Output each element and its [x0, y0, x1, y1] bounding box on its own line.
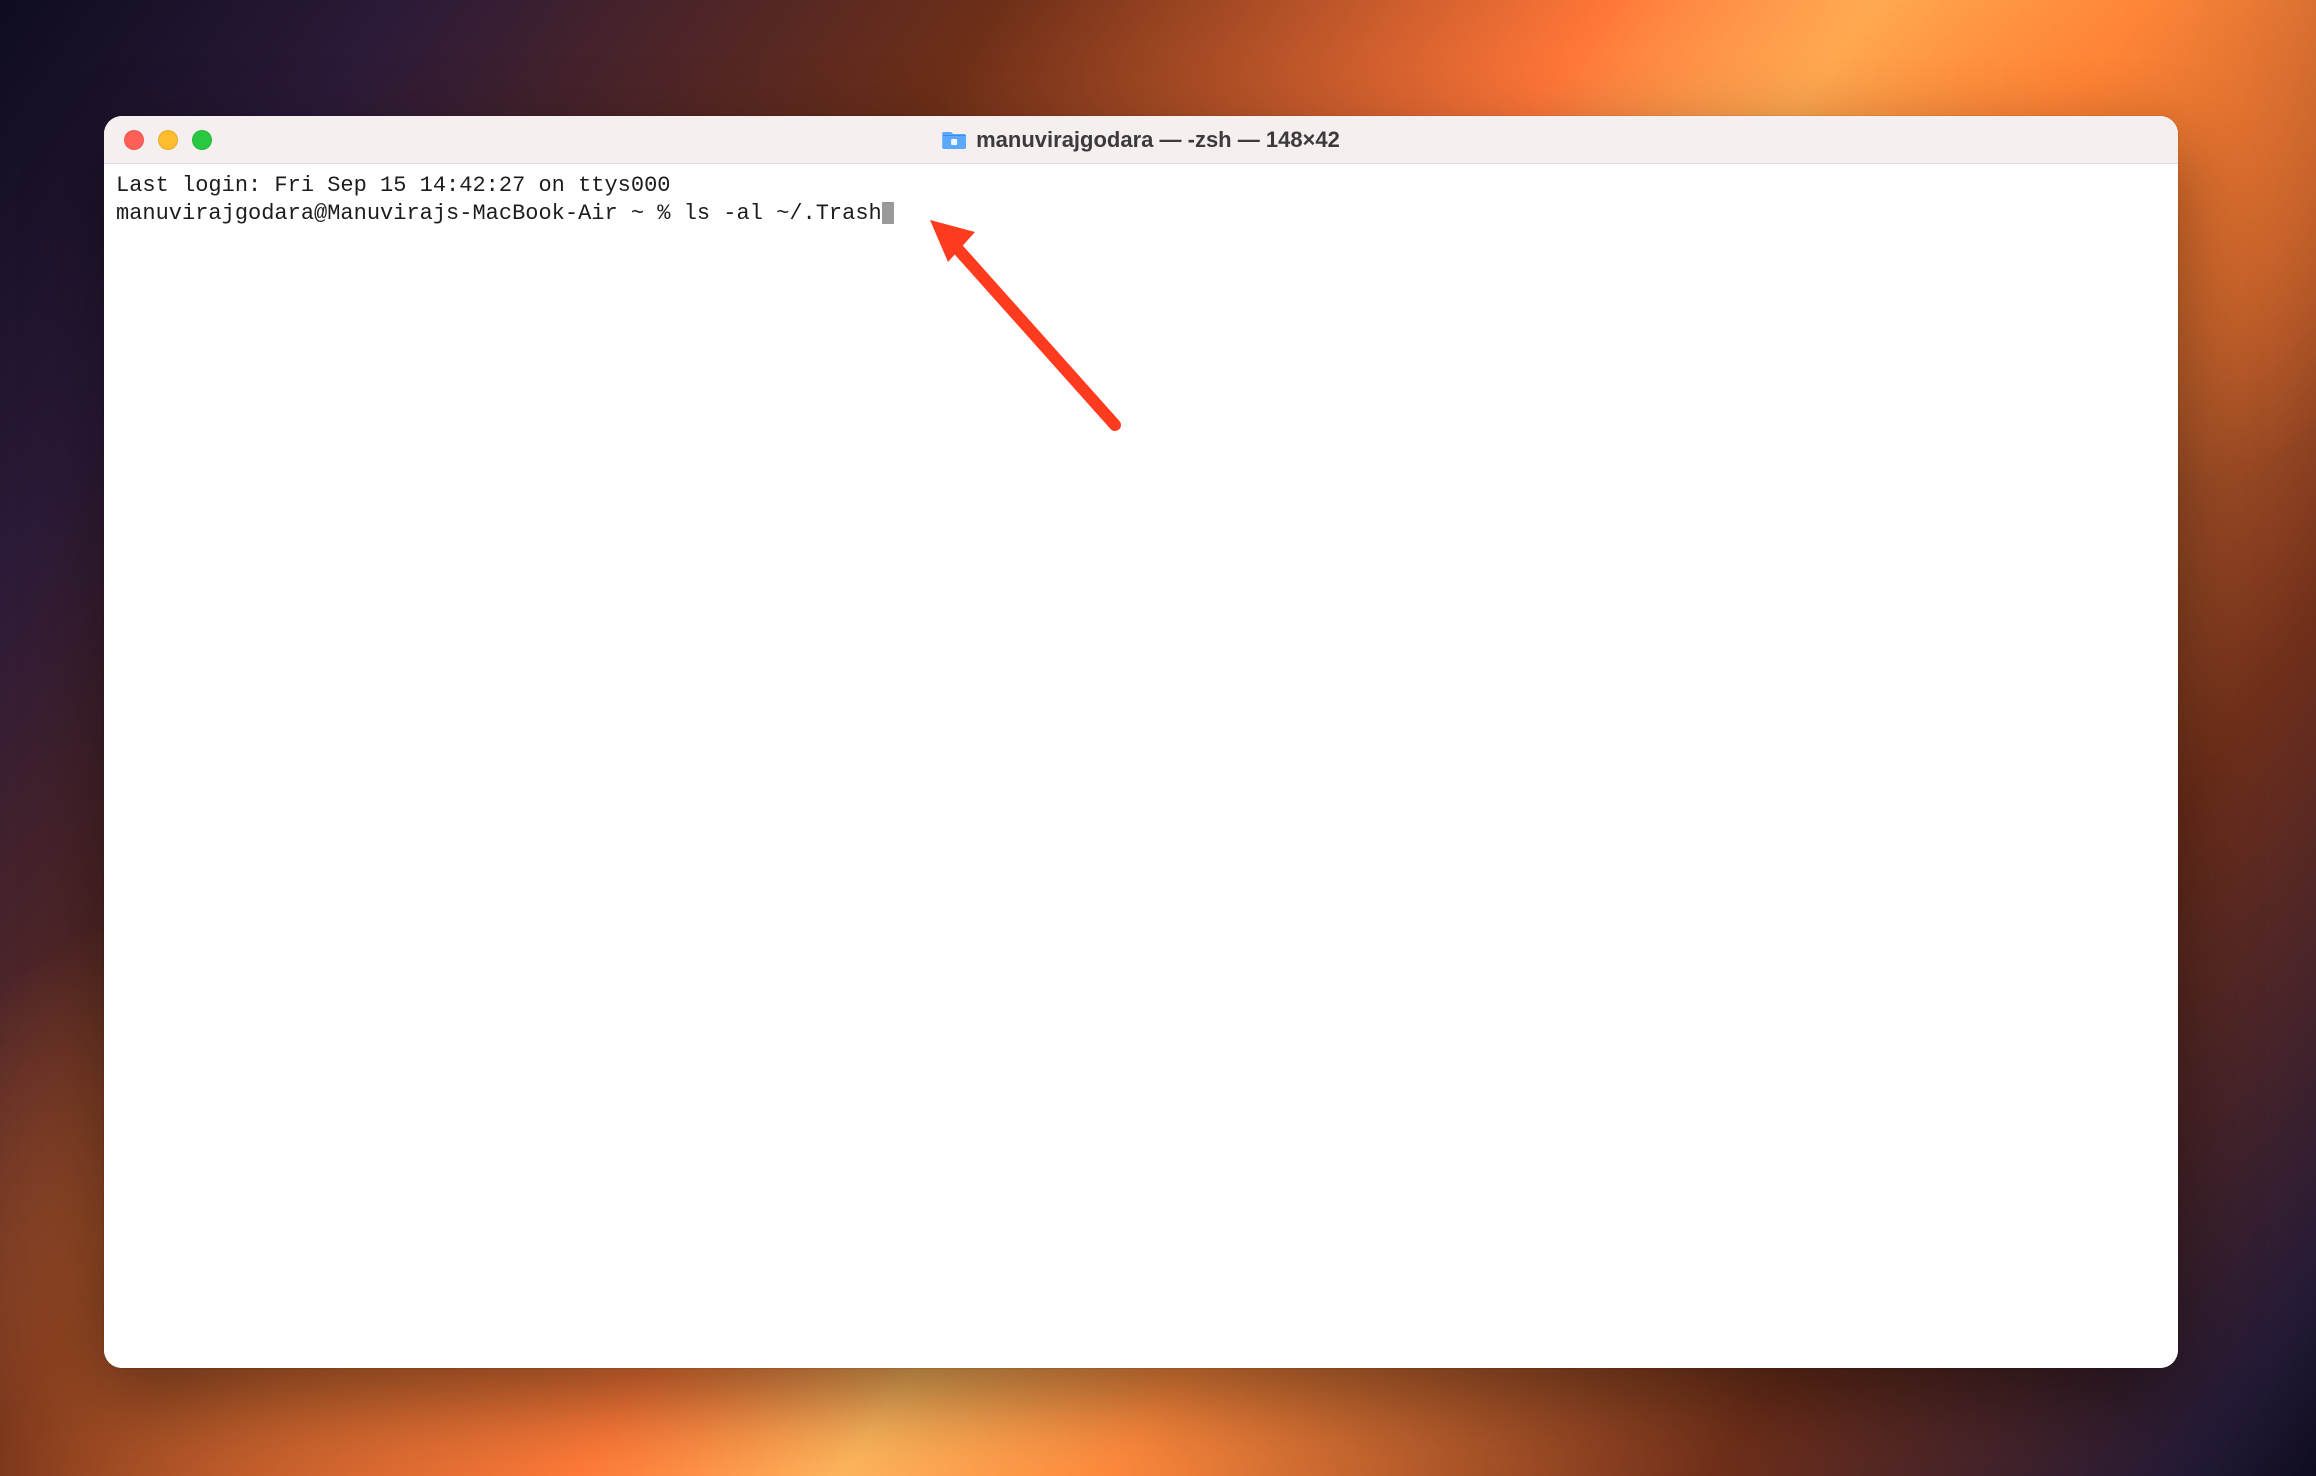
traffic-lights	[104, 130, 212, 150]
folder-icon	[942, 130, 966, 150]
shell-prompt: manuvirajgodara@Manuvirajs-MacBook-Air ~…	[116, 201, 684, 226]
terminal-prompt-line: manuvirajgodara@Manuvirajs-MacBook-Air ~…	[116, 200, 2166, 228]
window-title-group: manuvirajgodara — -zsh — 148×42	[942, 127, 1340, 153]
terminal-content-area[interactable]: Last login: Fri Sep 15 14:42:27 on ttys0…	[104, 164, 2178, 1368]
text-cursor	[882, 202, 894, 224]
fullscreen-button[interactable]	[192, 130, 212, 150]
terminal-output-line: Last login: Fri Sep 15 14:42:27 on ttys0…	[116, 172, 2166, 200]
window-title-text: manuvirajgodara — -zsh — 148×42	[976, 127, 1340, 153]
typed-command: ls -al ~/.Trash	[684, 201, 882, 226]
terminal-window: manuvirajgodara — -zsh — 148×42 Last log…	[104, 116, 2178, 1368]
minimize-button[interactable]	[158, 130, 178, 150]
window-titlebar[interactable]: manuvirajgodara — -zsh — 148×42	[104, 116, 2178, 164]
close-button[interactable]	[124, 130, 144, 150]
